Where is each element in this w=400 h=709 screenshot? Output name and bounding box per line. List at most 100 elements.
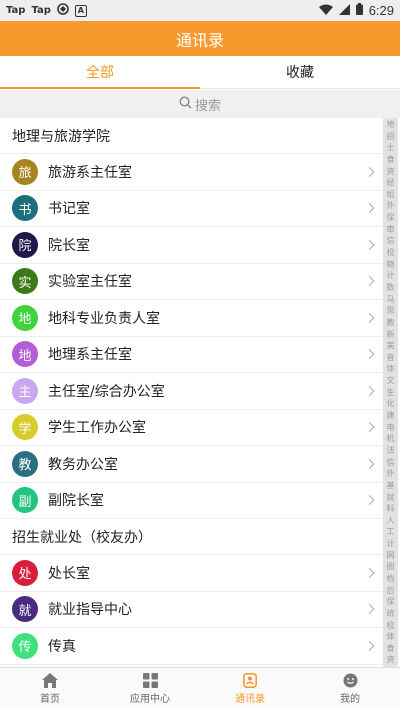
index-letter[interactable]: 保 xyxy=(387,213,395,222)
index-letter[interactable]: 统 xyxy=(387,609,395,618)
index-letter[interactable]: 美 xyxy=(387,341,395,350)
index-letter[interactable]: 基 xyxy=(387,481,395,490)
index-letter[interactable]: 资 xyxy=(387,167,395,176)
index-letter[interactable]: 计 xyxy=(387,539,395,548)
chevron-right-icon xyxy=(364,203,375,214)
alphabet-index-bar[interactable]: 地招士食资经组外保审信校物计数马思教新美音体文生化建电机法信外基就科人工计网图档… xyxy=(383,118,398,667)
index-letter[interactable]: 教 xyxy=(387,318,395,327)
index-letter[interactable]: 科 xyxy=(387,504,395,513)
section-header: 招生就业处（校友办） xyxy=(0,519,383,555)
index-letter[interactable]: 体 xyxy=(387,364,395,373)
nav-label: 首页 xyxy=(40,693,60,705)
home-icon xyxy=(42,672,58,688)
index-letter[interactable]: 校 xyxy=(387,621,395,630)
contact-avatar: 传 xyxy=(12,632,38,659)
contact-name: 地科专业负责人室 xyxy=(48,310,160,327)
signal-icon xyxy=(338,3,350,18)
contact-list-item[interactable]: 教教务办公室 xyxy=(0,446,383,483)
index-letter[interactable]: 信 xyxy=(387,236,395,245)
index-letter[interactable]: 士 xyxy=(387,143,395,152)
nav-label: 我的 xyxy=(340,693,360,705)
search-placeholder: 搜索 xyxy=(194,98,221,114)
contact-list-item[interactable]: 院院长室 xyxy=(0,227,383,264)
contact-list-item[interactable]: 实实验室主任室 xyxy=(0,264,383,300)
index-letter[interactable]: 马 xyxy=(387,295,395,304)
index-letter[interactable]: 物 xyxy=(387,260,395,269)
contact-list-item[interactable]: 主主任室/综合办公室 xyxy=(0,373,383,410)
contact-avatar: 地 xyxy=(12,304,38,331)
contact-list-item[interactable]: 学学生工作办公室 xyxy=(0,410,383,446)
index-letter[interactable]: 新 xyxy=(387,330,395,339)
index-letter[interactable]: 就 xyxy=(387,493,395,502)
index-letter[interactable]: 电 xyxy=(387,423,395,432)
contact-avatar: 主 xyxy=(12,377,38,404)
nav-profile[interactable]: 我的 xyxy=(300,668,400,709)
tab-label: 全部 xyxy=(86,65,114,81)
contact-list-item[interactable]: 就就业指导中心 xyxy=(0,592,383,628)
index-letter[interactable]: 后 xyxy=(387,586,395,595)
contact-list-item[interactable]: 传传真 xyxy=(0,628,383,665)
nav-apps[interactable]: 应用中心 xyxy=(100,668,200,709)
index-letter[interactable]: 建 xyxy=(387,411,395,420)
contact-name: 主任室/综合办公室 xyxy=(48,383,165,400)
index-letter[interactable]: 组 xyxy=(387,190,395,199)
profile-icon xyxy=(342,673,358,688)
contact-name: 书记室 xyxy=(48,201,90,218)
contact-list-item[interactable]: 地地科专业负责人室 xyxy=(0,300,383,337)
clock: 6:29 xyxy=(368,3,394,18)
contact-name: 教务办公室 xyxy=(48,456,118,473)
index-letter[interactable]: 经 xyxy=(387,178,395,187)
index-letter[interactable]: 保 xyxy=(387,597,395,606)
index-letter[interactable]: 信 xyxy=(387,458,395,467)
chevron-right-icon xyxy=(364,422,375,433)
index-letter[interactable]: 音 xyxy=(387,353,395,362)
index-letter[interactable]: 人 xyxy=(387,516,395,525)
index-letter[interactable]: 网 xyxy=(387,551,395,560)
contact-name: 传真 xyxy=(48,638,76,655)
contact-avatar: 地 xyxy=(12,341,38,368)
contact-avatar: 副 xyxy=(12,487,38,514)
contact-name: 实验室主任室 xyxy=(48,274,132,291)
index-letter[interactable]: 资 xyxy=(387,655,395,664)
index-letter[interactable]: 校 xyxy=(387,248,395,257)
contact-list-item[interactable]: 旅旅游系主任室 xyxy=(0,154,383,191)
index-letter[interactable]: 法 xyxy=(387,446,395,455)
index-letter[interactable]: 计 xyxy=(387,271,395,280)
index-letter[interactable]: 体 xyxy=(387,632,395,641)
contact-avatar: 院 xyxy=(12,231,38,258)
index-letter[interactable]: 食 xyxy=(387,644,395,653)
search-bar[interactable]: 搜索 xyxy=(0,90,400,118)
contact-list-item[interactable]: 地地理系主任室 xyxy=(0,337,383,373)
contact-avatar: 书 xyxy=(12,195,38,222)
chevron-right-icon xyxy=(364,385,375,396)
contact-name: 地理系主任室 xyxy=(48,347,132,364)
index-letter[interactable]: 数 xyxy=(387,283,395,292)
chevron-right-icon xyxy=(364,495,375,506)
contact-avatar: 实 xyxy=(12,268,38,295)
tab-favorites[interactable]: 收藏 xyxy=(200,56,400,88)
index-letter[interactable]: 机 xyxy=(387,434,395,443)
index-letter[interactable]: 思 xyxy=(387,306,395,315)
index-letter[interactable]: 文 xyxy=(387,376,395,385)
index-letter[interactable]: 外 xyxy=(387,469,395,478)
index-letter[interactable]: 审 xyxy=(387,225,395,234)
nav-home[interactable]: 首页 xyxy=(0,668,100,709)
contact-list-item[interactable]: 副副院长室 xyxy=(0,483,383,519)
contact-list-item[interactable]: 处处长室 xyxy=(0,555,383,592)
status-left: Tap Tap A xyxy=(6,3,87,18)
index-letter[interactable]: 化 xyxy=(387,399,395,408)
tab-all[interactable]: 全部 xyxy=(0,56,200,89)
index-letter[interactable]: 工 xyxy=(387,527,395,536)
contact-list-item[interactable]: 书书记室 xyxy=(0,191,383,227)
index-letter[interactable]: 档 xyxy=(387,574,395,583)
contact-list[interactable]: 地理与旅游学院旅旅游系主任室书书记室院院长室实实验室主任室地地科专业负责人室地地… xyxy=(0,118,383,667)
index-letter[interactable]: 图 xyxy=(387,562,395,571)
tap-icon: Tap xyxy=(31,5,51,16)
index-letter[interactable]: 食 xyxy=(387,155,395,164)
contact-avatar: 学 xyxy=(12,414,38,441)
index-letter[interactable]: 招 xyxy=(387,132,395,141)
index-letter[interactable]: 地 xyxy=(387,120,395,129)
index-letter[interactable]: 外 xyxy=(387,201,395,210)
nav-contacts[interactable]: 通讯录 xyxy=(200,668,300,709)
index-letter[interactable]: 生 xyxy=(387,388,395,397)
